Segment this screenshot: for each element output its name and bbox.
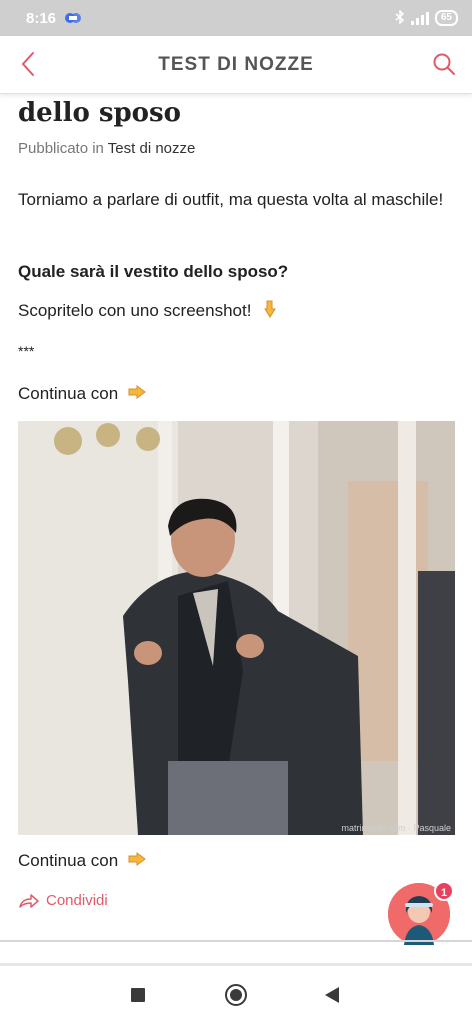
system-back-button[interactable]	[325, 987, 339, 1003]
groom-photo	[18, 421, 455, 835]
search-button[interactable]	[426, 46, 462, 82]
system-navigation-bar	[0, 966, 472, 1024]
notification-app-icon	[64, 10, 82, 26]
share-button[interactable]: Condividi	[18, 892, 108, 909]
signal-icon	[410, 11, 429, 25]
status-indicators: 65	[395, 8, 458, 27]
pointing-down-emoji-icon	[264, 300, 277, 318]
article-content[interactable]: dello sposo Pubblicato in Test di nozze …	[0, 94, 472, 940]
category-link[interactable]: Test di nozze	[108, 140, 196, 157]
home-button[interactable]	[225, 984, 247, 1006]
status-time: 8:16	[26, 9, 57, 27]
meta-prefix: Pubblicato in	[18, 140, 108, 157]
screenshot-text: Scopritelo con uno screenshot!	[18, 301, 252, 320]
screenshot-paragraph: Scopritelo con uno screenshot!	[18, 297, 448, 325]
page-title: TEST DI NOZZE	[158, 53, 314, 75]
status-bar: 8:16 65	[0, 0, 472, 36]
image-watermark: matrimonio.com · Pasquale	[341, 823, 451, 833]
article-meta: Pubblicato in Test di nozze	[18, 140, 195, 157]
continue-paragraph: Continua con	[18, 380, 448, 408]
share-arrow-icon	[19, 893, 39, 908]
chevron-left-icon	[21, 52, 34, 76]
back-button[interactable]	[10, 46, 46, 82]
battery-icon: 65	[434, 10, 458, 26]
question-paragraph: Quale sarà il vestito dello sposo?	[18, 262, 289, 281]
separator-text: ***	[18, 343, 35, 359]
recent-apps-button[interactable]	[131, 988, 145, 1002]
search-icon	[433, 53, 455, 75]
article-title: dello sposo	[18, 98, 182, 128]
bluetooth-icon	[395, 8, 405, 27]
continue-paragraph-bottom: Continua con	[18, 847, 448, 875]
continue-text: Continua con	[18, 384, 119, 403]
app-header: TEST DI NOZZE	[0, 36, 472, 94]
chat-assistant-button[interactable]: 1	[388, 881, 454, 945]
pointing-right-emoji-icon	[128, 385, 146, 399]
divider	[0, 940, 472, 942]
intro-paragraph: Torniamo a parlare di outfit, ma questa …	[18, 190, 444, 209]
pointing-right-emoji-icon	[128, 852, 146, 866]
continue-text-bottom: Continua con	[18, 851, 119, 870]
article-image[interactable]: matrimonio.com · Pasquale	[18, 421, 455, 835]
share-label: Condividi	[46, 892, 108, 909]
notification-badge: 1	[434, 881, 454, 901]
